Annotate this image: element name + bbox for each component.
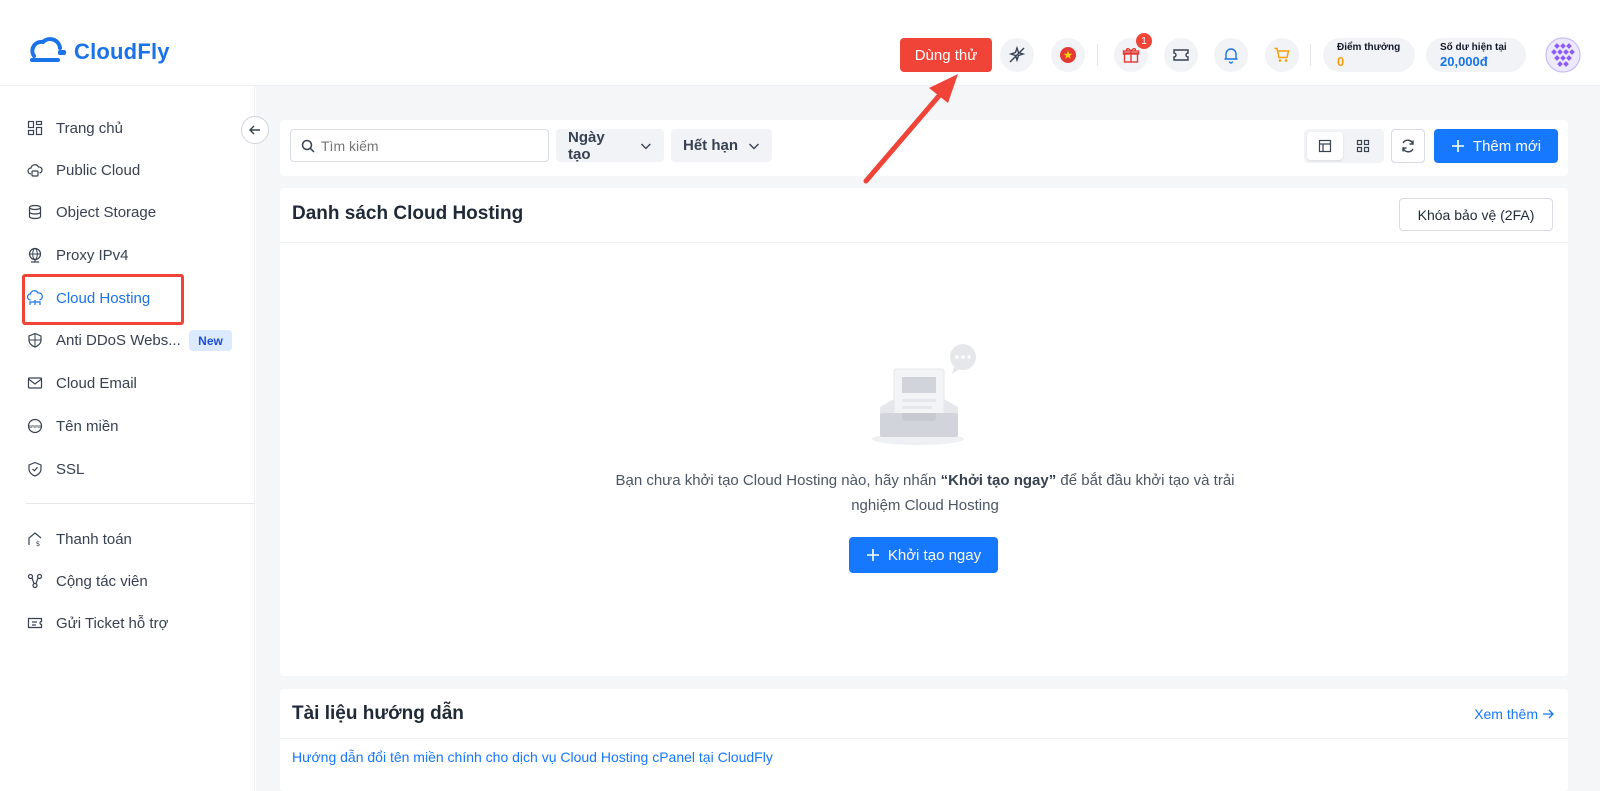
docs-card: Tài liệu hướng dẫn Xem thêm Hướng dẫn đổ… xyxy=(280,689,1568,791)
cloudfly-logo-icon xyxy=(30,37,66,62)
cloud-icon xyxy=(26,161,44,179)
points-pill[interactable]: Điểm thưởng 0 xyxy=(1323,38,1415,72)
sidebar-item-object-storage[interactable]: Object Storage xyxy=(26,197,156,227)
grid-view-button[interactable] xyxy=(1345,132,1381,160)
sidebar-item-label: Object Storage xyxy=(56,203,157,221)
avatar[interactable] xyxy=(1545,37,1581,73)
svg-text:$: $ xyxy=(36,540,40,547)
docs-header: Tài liệu hướng dẫn Xem thêm xyxy=(280,689,1568,739)
balance-label: Số dư hiện tại xyxy=(1440,42,1507,53)
twofa-button[interactable]: Khóa bảo vệ (2FA) xyxy=(1399,198,1553,231)
table-view-button[interactable] xyxy=(1307,132,1343,160)
payment-icon: $ xyxy=(26,530,44,548)
header-divider xyxy=(1097,44,1098,66)
sidebar-item-label: Tên miền xyxy=(56,417,119,435)
see-more-link[interactable]: Xem thêm xyxy=(1474,706,1554,722)
sidebar-item-label: Trang chủ xyxy=(56,119,123,137)
view-toggle xyxy=(1304,129,1384,163)
trial-button[interactable]: Dùng thử xyxy=(900,38,992,72)
affiliate-icon xyxy=(26,572,44,590)
empty-text-prefix: Bạn chưa khởi tạo Cloud Hosting nào, hãy… xyxy=(615,472,941,489)
filter-expiry-date[interactable]: Hết hạn xyxy=(671,129,772,162)
sidebar-item-anti-ddos[interactable]: Anti DDoS Webs... xyxy=(26,325,181,355)
brand-logo[interactable]: CloudFly xyxy=(28,36,170,68)
points-label: Điểm thưởng xyxy=(1337,42,1401,53)
search-box[interactable] xyxy=(290,129,549,162)
add-new-button[interactable]: Thêm mới xyxy=(1434,129,1558,163)
card-header: Danh sách Cloud Hosting Khóa bảo vệ (2FA… xyxy=(280,188,1568,243)
sidebar-item-label: Proxy IPv4 xyxy=(56,246,129,264)
flag-vn-icon[interactable] xyxy=(1051,38,1085,72)
gift-count-badge: 1 xyxy=(1136,33,1152,49)
sidebar-item-payment[interactable]: $ Thanh toán xyxy=(26,524,132,554)
sidebar-item-cloud-email[interactable]: Cloud Email xyxy=(26,368,137,398)
sidebar-item-support-ticket[interactable]: Gửi Ticket hỗ trợ xyxy=(26,608,168,638)
sparkle-off-icon[interactable] xyxy=(1000,38,1034,72)
annotation-highlight-box xyxy=(22,274,184,325)
filter-created-label: Ngày tạo xyxy=(568,128,605,163)
plus-icon xyxy=(866,549,879,561)
sidebar-item-label: Thanh toán xyxy=(56,530,132,548)
empty-inbox-illustration xyxy=(872,343,982,458)
balance-pill[interactable]: Số dư hiện tại 20,000đ xyxy=(1426,38,1526,72)
svg-text:www: www xyxy=(29,424,41,430)
www-icon: www xyxy=(26,417,44,435)
table-icon xyxy=(1318,139,1332,153)
collapse-sidebar-button[interactable] xyxy=(241,116,269,144)
balance-value: 20,000đ xyxy=(1440,54,1488,69)
sidebar-item-affiliate[interactable]: Cộng tác viên xyxy=(26,566,148,596)
doc-link[interactable]: Hướng dẫn đổi tên miền chính cho dịch vụ… xyxy=(292,749,773,765)
chevron-down-icon xyxy=(749,143,759,149)
sidebar-item-ssl[interactable]: SSL xyxy=(26,454,84,484)
gift-icon[interactable]: 1 xyxy=(1114,33,1152,72)
cart-icon[interactable] xyxy=(1265,38,1299,72)
sidebar-item-label: Cộng tác viên xyxy=(56,572,148,590)
docs-title: Tài liệu hướng dẫn xyxy=(292,703,464,724)
create-now-label: Khởi tạo ngay xyxy=(887,546,982,564)
refresh-icon xyxy=(1402,139,1414,153)
sidebar-item-label: Gửi Ticket hỗ trợ xyxy=(56,614,169,632)
database-icon xyxy=(26,203,44,221)
empty-text-emphasis: “Khởi tạo ngay” xyxy=(940,472,1057,489)
refresh-button[interactable] xyxy=(1391,129,1425,163)
shield-check-icon xyxy=(26,460,44,478)
sidebar-item-label: Anti DDoS Webs... xyxy=(56,331,181,349)
header-divider xyxy=(1310,44,1311,66)
brand-name: CloudFly xyxy=(74,39,170,64)
filter-expiry-label: Hết hạn xyxy=(683,137,739,154)
sidebar-item-label: Public Cloud xyxy=(56,161,141,179)
search-input[interactable] xyxy=(321,137,531,154)
sidebar-item-dashboard[interactable]: Trang chủ xyxy=(26,113,123,143)
shield-globe-icon xyxy=(26,331,44,349)
ticket-icon[interactable] xyxy=(1164,38,1198,72)
globe-icon xyxy=(26,246,44,264)
arrow-right-icon xyxy=(1543,709,1554,719)
filter-created-date[interactable]: Ngày tạo xyxy=(556,128,664,163)
arrow-left-icon xyxy=(249,125,260,135)
plus-icon xyxy=(1451,140,1464,152)
sidebar-item-public-cloud[interactable]: Public Cloud xyxy=(26,155,140,185)
ticket-support-icon xyxy=(26,614,44,632)
sidebar-item-label: SSL xyxy=(56,460,85,478)
dashboard-icon xyxy=(26,119,44,137)
points-value: 0 xyxy=(1337,54,1345,69)
hosting-list-card: Danh sách Cloud Hosting Khóa bảo vệ (2FA… xyxy=(280,188,1568,676)
empty-state-message: Bạn chưa khởi tạo Cloud Hosting nào, hãy… xyxy=(600,468,1250,518)
sidebar-item-label: Cloud Email xyxy=(56,374,137,392)
chevron-down-icon xyxy=(641,143,652,149)
bell-icon[interactable] xyxy=(1214,38,1248,72)
sidebar-item-domain[interactable]: www Tên miền xyxy=(26,411,119,441)
sidebar-item-proxy-ipv4[interactable]: Proxy IPv4 xyxy=(26,240,129,270)
search-icon xyxy=(301,139,315,153)
new-badge: New xyxy=(189,330,232,351)
card-title: Danh sách Cloud Hosting xyxy=(292,203,524,224)
mail-icon xyxy=(26,374,44,392)
top-header: CloudFly Dùng thử 1 Điểm thưởng 0 Số dư … xyxy=(0,0,1600,86)
create-now-button[interactable]: Khởi tạo ngay xyxy=(849,537,998,573)
see-more-label: Xem thêm xyxy=(1474,706,1538,722)
grid-icon xyxy=(1356,139,1370,153)
sidebar-divider xyxy=(26,503,255,504)
add-new-label: Thêm mới xyxy=(1472,137,1542,155)
